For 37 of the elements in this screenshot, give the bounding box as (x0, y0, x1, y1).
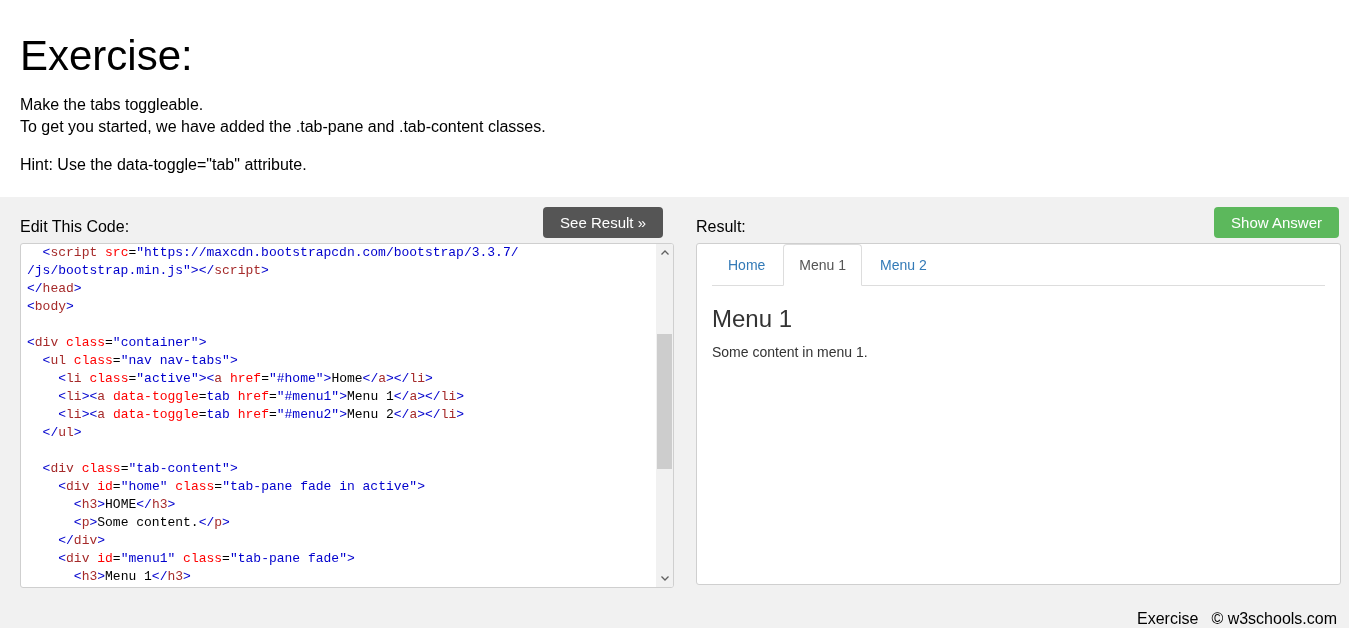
exercise-title: Exercise: (20, 31, 193, 81)
show-answer-button[interactable]: Show Answer (1214, 207, 1339, 238)
tab-content-text: Some content in menu 1. (712, 343, 868, 362)
editor-label: Edit This Code: (20, 217, 130, 237)
code-line: /js/bootstrap.min.js"></script> (27, 262, 269, 280)
code-line: <script src="https://maxcdn.bootstrapcdn.com/bootstrap/3.3.7/ (41, 244, 519, 262)
footer-text: Exercise (1137, 610, 1199, 628)
tab[interactable]: Home (712, 244, 782, 286)
code-line: <ul class="nav nav-tabs"> (41, 352, 238, 370)
code-line: <div id="home" class="tab-pane fade in active"> (57, 478, 425, 496)
instruction-text: Make the tabs toggleable. (20, 95, 204, 115)
scroll-down-icon[interactable] (660, 576, 669, 581)
scroll-up-icon[interactable] (660, 250, 669, 255)
result-label: Result: (696, 217, 746, 237)
code-line: <p>Some content.</p> (72, 514, 230, 532)
code-line: </div> (57, 532, 106, 550)
scrollbar-thumb[interactable] (657, 334, 672, 469)
code-line: <li><a data-toggle=tab href="#menu1">Menu 1</a></li> (57, 388, 465, 406)
instruction-text: To get you started, we have added the .tab-pane and .tab-content classes. (20, 117, 546, 137)
tab-heading: Menu 1 (712, 306, 793, 332)
see-result-button[interactable]: See Result » (543, 207, 663, 238)
code-line: <h3>Menu 1</h3> (72, 568, 191, 586)
code-line: <div id="menu1" class="tab-pane fade"> (57, 550, 355, 568)
code-line: <li class="active"><a href="#home">Home</a></li> (57, 370, 433, 388)
hint-text: Hint: Use the data-toggle="tab" attribute. (20, 155, 307, 175)
code-line: <body> (27, 298, 74, 316)
code-line: </ul> (41, 424, 82, 442)
scrollbar-track[interactable] (656, 244, 673, 587)
code-editor[interactable] (20, 243, 674, 588)
footer-text: © w3schools.com (1211, 610, 1337, 628)
code-line: </head> (27, 280, 82, 298)
code-line: <h3>HOME</h3> (72, 496, 176, 514)
code-line: <li><a data-toggle=tab href="#menu2">Menu 2</a></li> (57, 406, 465, 424)
code-line: <div class="tab-content"> (41, 460, 238, 478)
tab[interactable]: Menu 2 (864, 244, 943, 286)
code-line: <div class="container"> (27, 334, 207, 352)
tab[interactable]: Menu 1 (783, 244, 863, 286)
